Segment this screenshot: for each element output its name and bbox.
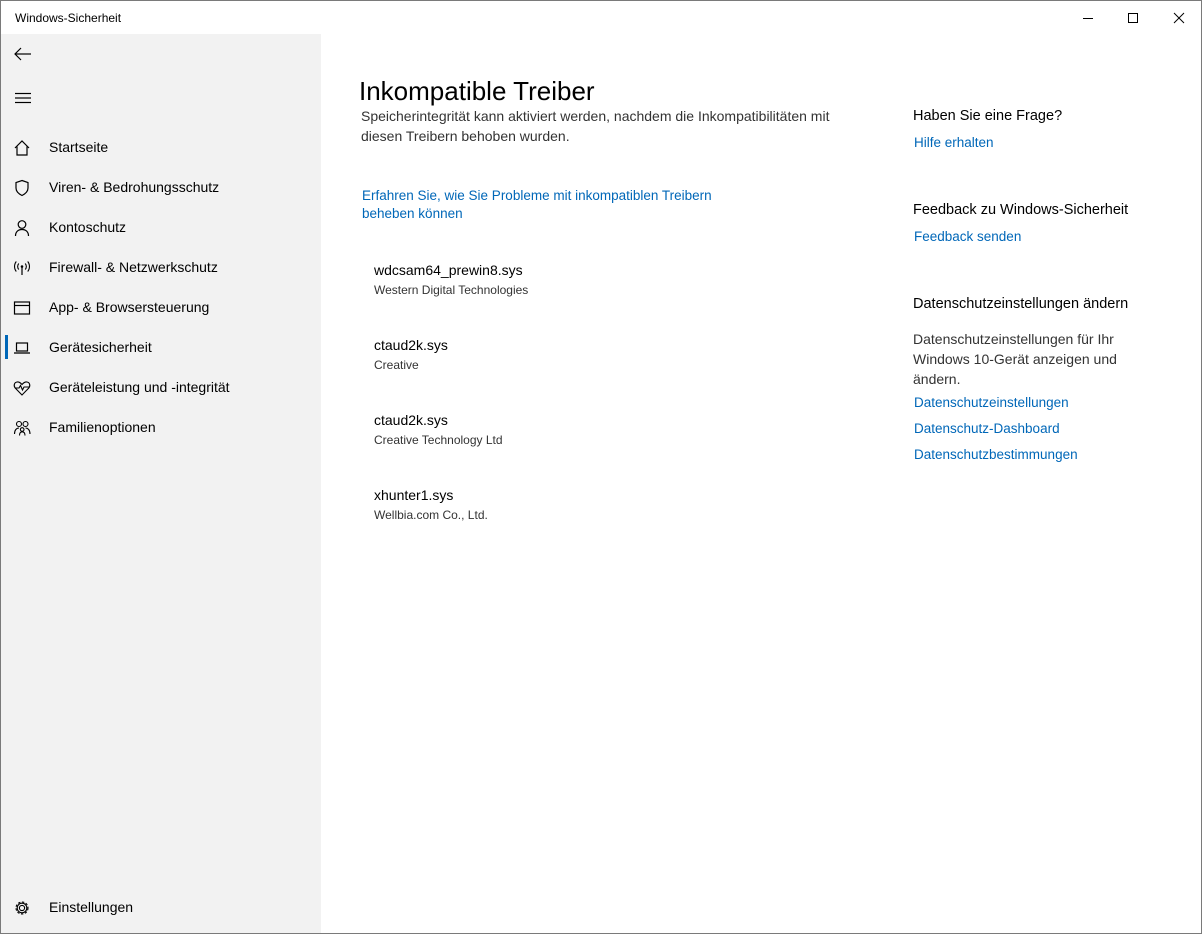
gear-icon: [12, 898, 32, 918]
sidebar-item-account-protection[interactable]: Kontoschutz: [1, 207, 321, 247]
driver-name: ctaud2k.sys: [374, 412, 448, 428]
shield-icon: [12, 178, 32, 198]
back-button[interactable]: [1, 34, 45, 74]
driver-vendor: Creative: [374, 358, 419, 372]
sidebar: Startseite Viren- & Bedrohungsschutz Kon…: [1, 34, 321, 933]
sidebar-item-label: Firewall- & Netzwerkschutz: [49, 259, 218, 275]
hamburger-menu-icon: [15, 92, 31, 104]
page-title: Inkompatible Treiber: [359, 76, 595, 107]
driver-name: wdcsam64_prewin8.sys: [374, 262, 523, 278]
minimize-button[interactable]: [1065, 1, 1111, 34]
sidebar-item-virus-protection[interactable]: Viren- & Bedrohungsschutz: [1, 167, 321, 207]
feedback-heading: Feedback zu Windows-Sicherheit: [913, 202, 1129, 218]
home-icon: [12, 138, 32, 158]
sidebar-item-startseite[interactable]: Startseite: [1, 127, 321, 167]
sidebar-item-label: Familienoptionen: [49, 419, 156, 435]
driver-vendor: Western Digital Technologies: [374, 283, 529, 297]
wireless-icon: [12, 258, 32, 278]
privacy-statement-link[interactable]: Datenschutzbestimmungen: [914, 447, 1078, 462]
sidebar-item-label: App- & Browsersteuerung: [49, 299, 210, 315]
privacy-description: Datenschutzeinstellungen für Ihr Windows…: [913, 331, 1117, 387]
driver-vendor: Wellbia.com Co., Ltd.: [374, 508, 488, 522]
close-button[interactable]: [1156, 1, 1201, 34]
selected-indicator: [5, 335, 8, 359]
help-heading: Haben Sie eine Frage?: [913, 108, 1063, 124]
close-icon: [1173, 12, 1185, 23]
driver-item: ctaud2k.sys Creative Technology Ltd: [374, 411, 774, 448]
sidebar-item-label: Startseite: [49, 139, 109, 155]
sidebar-item-label: Kontoschutz: [49, 219, 127, 235]
browser-window-icon: [12, 298, 32, 318]
sidebar-item-device-security[interactable]: Gerätesicherheit: [1, 327, 321, 367]
minimize-icon: [1083, 17, 1093, 19]
privacy-settings-link[interactable]: Datenschutzeinstellungen: [914, 395, 1069, 410]
sidebar-item-label: Viren- & Bedrohungsschutz: [49, 179, 220, 195]
sidebar-item-label: Gerätesicherheit: [49, 339, 152, 355]
laptop-icon: [12, 338, 32, 358]
feedback-link[interactable]: Feedback senden: [914, 229, 1021, 244]
driver-vendor: Creative Technology Ltd: [374, 433, 503, 447]
driver-item: xhunter1.sys Wellbia.com Co., Ltd.: [374, 486, 774, 523]
sidebar-item-firewall[interactable]: Firewall- & Netzwerkschutz: [1, 247, 321, 287]
family-icon: [12, 418, 32, 438]
driver-item: ctaud2k.sys Creative: [374, 336, 774, 373]
sidebar-item-settings[interactable]: Einstellungen: [1, 887, 321, 927]
sidebar-item-device-performance[interactable]: Geräteleistung und -integrität: [1, 367, 321, 407]
back-arrow-icon: [14, 47, 31, 61]
maximize-button[interactable]: [1110, 1, 1156, 34]
sidebar-item-label: Einstellungen: [49, 899, 134, 915]
person-icon: [12, 218, 32, 238]
page-description: Speicherintegrität kann aktiviert werden…: [361, 108, 830, 144]
driver-name: ctaud2k.sys: [374, 337, 448, 353]
maximize-icon: [1128, 12, 1138, 23]
sidebar-item-app-browser-control[interactable]: App- & Browsersteuerung: [1, 287, 321, 327]
sidebar-item-label: Geräteleistung und -integrität: [49, 379, 230, 395]
learn-more-link[interactable]: Erfahren Sie, wie Sie Probleme mit inkom…: [362, 187, 742, 223]
sidebar-item-family-options[interactable]: Familienoptionen: [1, 407, 321, 447]
driver-name: xhunter1.sys: [374, 487, 454, 503]
privacy-dashboard-link[interactable]: Datenschutz-Dashboard: [914, 421, 1060, 436]
app-window: Windows-Sicherheit Startseite Viren- & B…: [0, 0, 1202, 934]
window-title: Windows-Sicherheit: [15, 11, 122, 25]
title-bar[interactable]: Windows-Sicherheit: [1, 1, 1201, 34]
privacy-heading: Datenschutzeinstellungen ändern: [913, 296, 1129, 312]
hamburger-menu-button[interactable]: [1, 78, 45, 118]
driver-item: wdcsam64_prewin8.sys Western Digital Tec…: [374, 261, 774, 298]
help-link[interactable]: Hilfe erhalten: [914, 135, 994, 150]
main-content: Inkompatible Treiber Speicherintegrität …: [321, 34, 1201, 933]
heart-pulse-icon: [12, 378, 32, 398]
